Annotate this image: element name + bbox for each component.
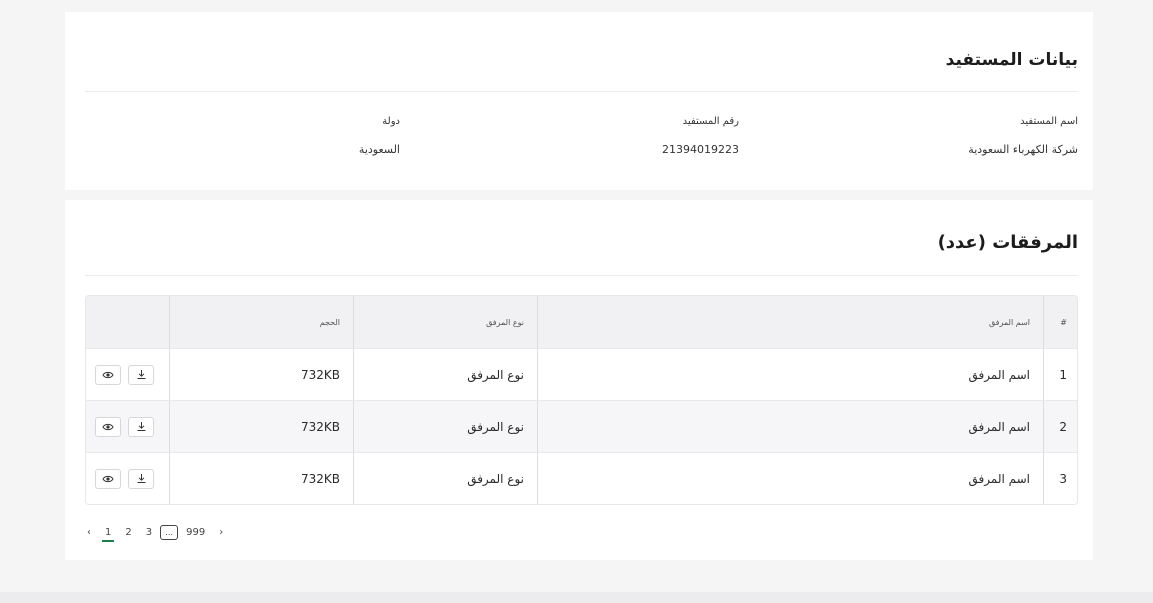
download-icon — [137, 474, 145, 483]
column-header-name: اسم المرفق — [537, 296, 1043, 348]
attachment-size: 732KB — [169, 453, 353, 504]
row-actions — [86, 401, 169, 452]
download-button[interactable] — [128, 468, 154, 489]
pagination-next-button[interactable]: › — [219, 527, 223, 538]
column-header-actions — [86, 296, 169, 348]
view-button[interactable] — [95, 364, 121, 385]
row-index: 2 — [1043, 401, 1077, 452]
eye-icon — [102, 371, 114, 378]
table-header-row: # اسم المرفق نوع المرفق الحجم — [86, 296, 1077, 348]
attachment-name: اسم المرفق — [537, 453, 1043, 504]
beneficiary-name-value: شركة الكهرباء السعودية — [968, 143, 1078, 156]
column-header-size: الحجم — [169, 296, 353, 348]
view-button[interactable] — [95, 468, 121, 489]
eye-icon — [102, 475, 114, 482]
column-header-index: # — [1043, 296, 1077, 348]
beneficiary-number-label: رقم المستفيد — [682, 116, 739, 127]
divider — [85, 275, 1078, 276]
beneficiary-name-label: اسم المستفيد — [1020, 116, 1078, 127]
divider — [85, 91, 1078, 92]
beneficiary-country-label: دولة — [382, 116, 400, 127]
download-button[interactable] — [128, 416, 154, 437]
download-icon — [137, 370, 145, 379]
pagination: ‹ 1 2 3 ... 999 › — [87, 525, 237, 542]
attachment-name: اسم المرفق — [537, 349, 1043, 400]
beneficiary-title: بيانات المستفيد — [945, 50, 1078, 70]
beneficiary-card: بيانات المستفيد اسم المستفيد شركة الكهرب… — [65, 12, 1093, 190]
beneficiary-country-field: دولة السعودية — [359, 115, 400, 157]
row-actions — [86, 349, 169, 400]
attachment-type: نوع المرفق — [353, 401, 537, 452]
beneficiary-country-value: السعودية — [358, 143, 400, 156]
view-button[interactable] — [95, 416, 121, 437]
download-icon — [137, 422, 145, 431]
pagination-page-2[interactable]: 2 — [125, 527, 131, 538]
attachment-type: نوع المرفق — [353, 349, 537, 400]
download-button[interactable] — [128, 364, 154, 385]
pagination-prev-button[interactable]: ‹ — [87, 527, 91, 538]
pagination-page-1[interactable]: 1 — [101, 527, 115, 542]
attachment-type: نوع المرفق — [353, 453, 537, 504]
row-actions — [86, 453, 169, 504]
table-row: 2 اسم المرفق نوع المرفق 732KB — [86, 400, 1077, 452]
row-index: 1 — [1043, 349, 1077, 400]
attachment-size: 732KB — [169, 349, 353, 400]
row-index: 3 — [1043, 453, 1077, 504]
beneficiary-number-field: رقم المستفيد 21394019223 — [662, 115, 739, 157]
eye-icon — [102, 423, 114, 430]
footer-strip — [0, 592, 1153, 603]
pagination-page-3[interactable]: 3 — [146, 527, 152, 538]
attachments-card: المرفقات (عدد) # اسم المرفق نوع المرفق ا… — [65, 200, 1093, 560]
beneficiary-name-field: اسم المستفيد شركة الكهرباء السعودية — [968, 115, 1078, 157]
beneficiary-number-value: 21394019223 — [662, 143, 739, 156]
attachment-size: 732KB — [169, 401, 353, 452]
pagination-ellipsis-button[interactable]: ... — [160, 525, 179, 540]
column-header-type: نوع المرفق — [353, 296, 537, 348]
attachments-table: # اسم المرفق نوع المرفق الحجم 1 اسم المر… — [85, 295, 1078, 505]
attachment-name: اسم المرفق — [537, 401, 1043, 452]
table-row: 1 اسم المرفق نوع المرفق 732KB — [86, 348, 1077, 400]
attachments-title: المرفقات (عدد) — [937, 232, 1078, 253]
pagination-page-last[interactable]: 999 — [186, 527, 205, 538]
table-row: 3 اسم المرفق نوع المرفق 732KB — [86, 452, 1077, 504]
